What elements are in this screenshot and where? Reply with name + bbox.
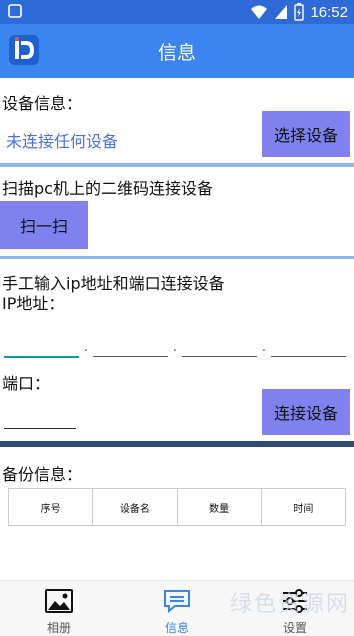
ip-octet-4-input[interactable] — [271, 356, 346, 357]
wifi-icon — [251, 5, 268, 19]
status-bar: 16:52 — [0, 0, 354, 24]
app-bar: 信息 — [0, 24, 354, 78]
message-icon — [164, 590, 190, 613]
port-label: 端口： — [2, 374, 51, 393]
ip-separator: . — [262, 340, 266, 354]
scan-label: 扫描pc机上的二维码连接设备 — [2, 179, 213, 198]
scan-button[interactable]: 扫一扫 — [0, 201, 88, 249]
divider — [0, 256, 354, 259]
nav-label-album: 相册 — [46, 621, 71, 635]
device-status-text: 未连接任何设备 — [6, 132, 119, 151]
column-header-count: 数量 — [178, 489, 262, 525]
clock: 16:52 — [310, 3, 348, 21]
ip-separator: . — [84, 340, 88, 354]
ip-octet-1-input[interactable] — [4, 356, 79, 358]
ip-octet-2-input[interactable] — [93, 356, 168, 357]
connect-device-button[interactable]: 连接设备 — [262, 389, 350, 435]
watermark: 绿色资源网 — [229, 592, 350, 617]
backup-table-header: 序号 设备名 数量 时间 — [8, 488, 346, 526]
battery-charging-icon — [294, 3, 305, 21]
column-header-device-name: 设备名 — [93, 489, 178, 525]
column-header-time: 时间 — [293, 503, 314, 515]
divider — [0, 163, 354, 167]
divider — [0, 441, 354, 447]
select-device-button[interactable]: 选择设备 — [262, 111, 350, 157]
notification-icon — [8, 4, 22, 18]
page-title: 信息 — [157, 42, 196, 64]
column-header-index: 序号 — [9, 489, 94, 525]
ip-octet-3-input[interactable] — [182, 356, 257, 357]
device-info-label: 设备信息： — [2, 94, 83, 113]
nav-label-info: 信息 — [164, 621, 189, 635]
ip-separator: . — [173, 340, 177, 354]
nav-label-settings: 设置 — [282, 621, 307, 635]
signal-icon — [275, 5, 288, 19]
image-icon — [45, 589, 73, 613]
port-input[interactable] — [4, 428, 76, 429]
nav-item-info[interactable]: 信息 — [118, 581, 236, 636]
nav-item-album[interactable]: 相册 — [0, 581, 118, 636]
ip-label: IP地址： — [2, 294, 65, 313]
backup-info-label: 备份信息： — [2, 465, 83, 484]
